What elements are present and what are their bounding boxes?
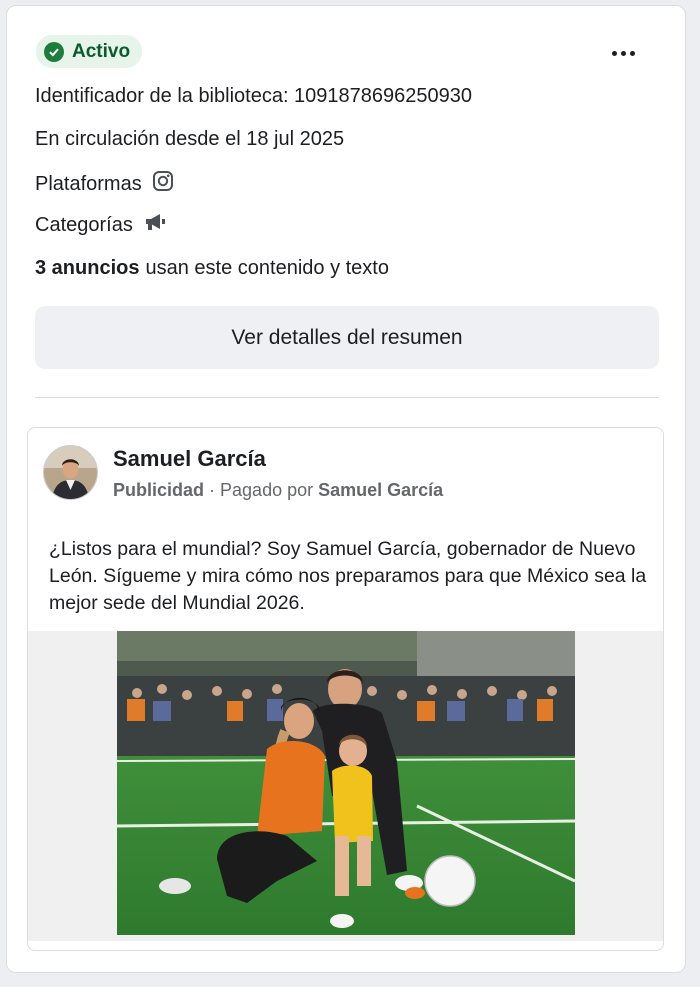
categories-row: Categorías [35, 212, 167, 238]
more-options-button[interactable] [603, 40, 643, 66]
ads-count-row: 3 anuncios usan este contenido y texto [35, 257, 389, 280]
sponsor-line: Publicidad · Pagado por Samuel García [113, 480, 443, 501]
library-id: Identificador de la biblioteca: 10918786… [35, 85, 473, 107]
megaphone-icon [143, 212, 167, 238]
view-summary-button[interactable]: Ver detalles del resumen [35, 306, 659, 369]
instagram-icon [152, 170, 174, 198]
status-label: Activo [72, 40, 131, 62]
advertiser-name[interactable]: Samuel García [113, 446, 266, 472]
ad-body-text: ¿Listos para el mundial? Soy Samuel Garc… [49, 538, 647, 614]
ad-preview: Samuel García Publicidad · Pagado por Sa… [27, 427, 664, 951]
platforms-row: Plataformas [35, 170, 174, 198]
ad-image[interactable] [117, 631, 575, 935]
ad-media [28, 631, 663, 941]
platforms-label: Plataformas [35, 172, 142, 195]
ad-library-card: Activo Identificador de la biblioteca: 1… [6, 5, 686, 973]
running-since: En circulación desde el 18 jul 2025 [35, 128, 345, 150]
categories-label: Categorías [35, 213, 133, 236]
check-circle-icon [44, 41, 64, 62]
ads-count: 3 anuncios [35, 257, 140, 279]
paid-by-name: Samuel García [318, 480, 444, 500]
ads-count-suffix: usan este contenido y texto [145, 257, 389, 279]
sponsored-label: Publicidad [113, 480, 205, 500]
paid-by-prefix: · Pagado por [209, 480, 314, 500]
more-options-icon [611, 50, 635, 56]
status-badge: Activo [36, 35, 143, 68]
advertiser-avatar[interactable] [43, 445, 98, 500]
divider [35, 397, 659, 398]
